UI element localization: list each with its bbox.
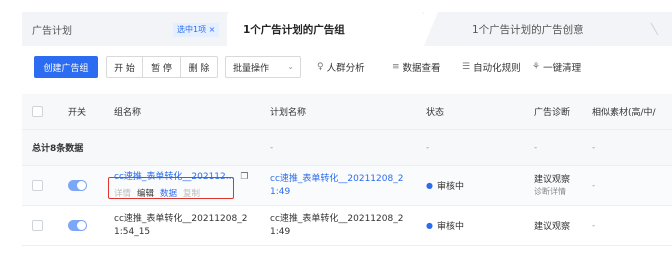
- batch-operations-select[interactable]: 批量操作 ⌄: [225, 56, 301, 78]
- table-total-row: 总计8条数据 - - - -: [22, 130, 672, 166]
- total-similar-dash: -: [592, 142, 596, 153]
- plan-name-link-line2[interactable]: 1:49: [270, 186, 403, 199]
- row-plan-name-cell: cc速推_表单转化__20211208_2 1:49: [270, 206, 418, 245]
- tab-ad-creatives-label: 1个广告计划的广告创意: [472, 23, 584, 36]
- total-plan-dash: -: [270, 142, 274, 153]
- list-icon: ☰: [462, 62, 471, 72]
- header-switch: 开关: [68, 108, 87, 118]
- row-group-name-cell: cc速推_表单转化__20211208_2 1:54_15: [114, 206, 264, 245]
- diagnosis-text: 建议观察: [534, 174, 571, 185]
- tab-bar: 广告计划 选中1项 × 1个广告计划的广告组 1个广告计划的广告创意: [22, 12, 672, 46]
- action-button-group: 开 始 暂 停 删 除: [106, 56, 218, 78]
- tab-ad-creatives[interactable]: 1个广告计划的广告创意: [438, 12, 658, 46]
- chevron-down-icon: ⌄: [287, 62, 294, 71]
- header-status[interactable]: 状态: [426, 94, 532, 129]
- total-label: 总计8条数据: [32, 144, 84, 154]
- start-button[interactable]: 开 始: [107, 57, 143, 77]
- header-checkbox-cell: [32, 94, 52, 129]
- row-checkbox[interactable]: [32, 180, 43, 191]
- data-view-button[interactable]: ≡ 数据查看: [392, 56, 441, 78]
- row-similar: -: [592, 180, 596, 191]
- one-click-clean-label: 一键清理: [543, 63, 582, 74]
- delete-button[interactable]: 删 除: [181, 57, 217, 77]
- row-plan-name-cell: cc速推_表单转化__20211208_2 1:49: [270, 166, 418, 205]
- header-similar[interactable]: 相似素材(高/中/: [592, 94, 672, 129]
- group-name-line2[interactable]: 1:54_15: [114, 226, 247, 239]
- audience-analysis-button[interactable]: ♀ 人群分析: [317, 56, 365, 78]
- audience-analysis-label: 人群分析: [326, 63, 365, 74]
- select-all-checkbox[interactable]: [32, 106, 43, 117]
- broom-icon: ⚘: [532, 62, 541, 72]
- automation-rules-button[interactable]: ☰ 自动化规则: [462, 56, 521, 78]
- status-text: 审核中: [436, 222, 464, 232]
- pause-button[interactable]: 暂 停: [143, 57, 181, 77]
- data-view-label: 数据查看: [402, 63, 441, 74]
- status-dot-icon: ●: [426, 181, 433, 190]
- row-checkbox-cell: [32, 206, 52, 245]
- row-checkbox[interactable]: [32, 220, 43, 231]
- status-text: 审核中: [436, 182, 464, 192]
- batch-operations-label: 批量操作: [233, 63, 270, 74]
- toolbar: 创建广告组 开 始 暂 停 删 除 批量操作 ⌄ ♀ 人群分析 ≡ 数据查看 ☰…: [22, 56, 672, 80]
- copy-icon[interactable]: ❐: [240, 171, 248, 184]
- person-icon: ♀: [317, 62, 324, 72]
- plan-name-line1[interactable]: cc速推_表单转化__20211208_2: [270, 213, 403, 226]
- header-plan-name[interactable]: 计划名称: [270, 94, 418, 129]
- row-checkbox-cell: [32, 166, 52, 205]
- table-row: cc速推_表单转化__20211208_2 1:54_15 cc速推_表单转化_…: [22, 206, 672, 246]
- tab-ad-plan-label: 广告计划: [32, 25, 72, 37]
- total-status-dash: -: [426, 142, 430, 153]
- tab-ad-groups-label: 1个广告计划的广告组: [243, 23, 345, 36]
- status-dot-icon: ●: [426, 221, 433, 230]
- plan-name-line2[interactable]: 1:49: [270, 226, 403, 239]
- row-toggle-switch[interactable]: [68, 220, 87, 231]
- row-switch-cell: [68, 166, 108, 205]
- header-diagnosis[interactable]: 广告诊断: [534, 94, 590, 129]
- diagnosis-detail-link[interactable]: 诊断详情: [534, 186, 570, 198]
- row-status-cell: ● 审核中: [426, 166, 532, 205]
- total-diagnosis-dash: -: [534, 142, 538, 153]
- row-diagnosis-cell: 建议观察 诊断详情: [534, 166, 590, 205]
- create-ad-group-button[interactable]: 创建广告组: [34, 56, 98, 78]
- group-name-line1[interactable]: cc速推_表单转化__20211208_2: [114, 213, 247, 226]
- row-diagnosis-cell: 建议观察: [534, 206, 590, 245]
- highlight-box: [108, 177, 234, 199]
- row-status-cell: ● 审核中: [426, 206, 532, 245]
- selected-badge[interactable]: 选中1项 ×: [173, 23, 220, 37]
- automation-rules-label: 自动化规则: [473, 63, 521, 74]
- table-header-row: 开关 组名称 计划名称 状态 广告诊断 相似素材(高/中/: [22, 94, 672, 130]
- row-toggle-switch[interactable]: [68, 180, 87, 191]
- plan-name-link-line1[interactable]: cc速推_表单转化__20211208_2: [270, 173, 403, 186]
- tab-ad-groups[interactable]: 1个广告计划的广告组: [227, 12, 438, 46]
- row-switch-cell: [68, 206, 108, 245]
- header-group-name[interactable]: 组名称: [114, 94, 264, 129]
- one-click-clean-button[interactable]: ⚘ 一键清理: [532, 56, 581, 78]
- diagnosis-text: 建议观察: [534, 222, 571, 232]
- row-similar: -: [592, 220, 596, 231]
- bar-chart-icon: ≡: [392, 62, 400, 72]
